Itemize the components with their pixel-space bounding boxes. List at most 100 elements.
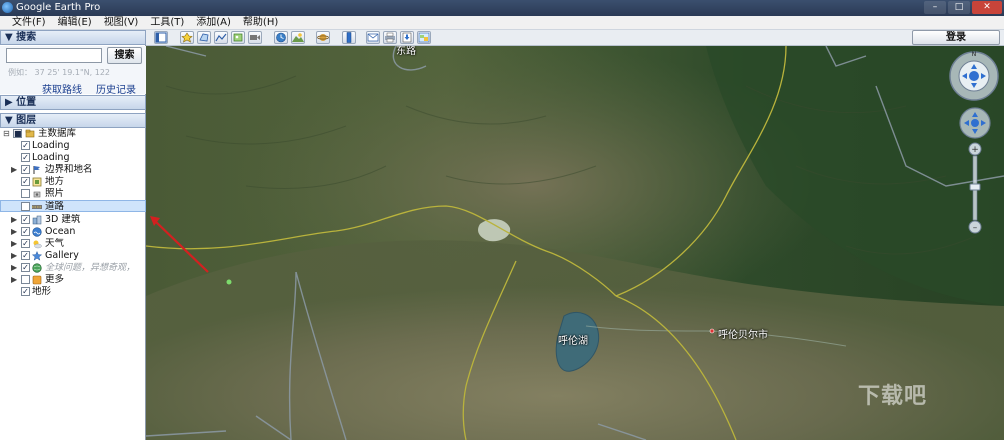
ruler-icon[interactable]	[342, 31, 356, 44]
layer-primary-database[interactable]: ⊟ ■ 主数据库	[0, 128, 146, 140]
layer-places[interactable]: ✓ 地方	[0, 176, 146, 188]
sidebar-toggle-icon[interactable]	[154, 31, 168, 44]
login-button[interactable]: 登录	[912, 30, 1000, 45]
expand-icon[interactable]: ▶	[11, 262, 17, 274]
collapse-icon[interactable]: ⊟	[3, 128, 10, 140]
map-label-place[interactable]: 东路	[396, 46, 416, 57]
planets-icon[interactable]	[316, 31, 330, 44]
weather-icon	[33, 240, 42, 249]
expand-icon[interactable]: ▶	[11, 164, 17, 176]
placemark-icon[interactable]	[180, 31, 194, 44]
layer-checkbox[interactable]	[21, 189, 30, 198]
layer-label: Loading	[32, 140, 70, 151]
layer-global-awareness[interactable]: ▶ ✓ 全球问题，异想奇观，	[0, 262, 146, 274]
history-link[interactable]: 历史记录	[96, 81, 136, 96]
maps-icon[interactable]	[417, 31, 431, 44]
email-icon[interactable]	[366, 31, 380, 44]
borders-icon	[33, 166, 40, 174]
layer-photos[interactable]: 照片	[0, 188, 146, 200]
search-hint: 例如： 37 25' 19.1"N, 122	[8, 68, 111, 77]
layer-weather[interactable]: ▶ ✓ 天气	[0, 238, 146, 250]
get-directions-link[interactable]: 获取路线	[42, 81, 82, 96]
layer-ocean[interactable]: ▶ ✓ Ocean	[0, 226, 146, 238]
layer-label: 边界和地名	[45, 164, 93, 175]
layer-checkbox[interactable]: ✓	[21, 153, 30, 162]
menu-view[interactable]: 视图(V)	[98, 16, 145, 29]
layer-gallery[interactable]: ▶ ✓ Gallery	[0, 250, 146, 262]
layer-label: 更多	[45, 274, 65, 285]
layer-checkbox[interactable]: ✓	[21, 251, 30, 260]
expand-icon[interactable]: ▶	[11, 214, 17, 226]
svg-text:+: +	[971, 145, 979, 155]
save-image-icon[interactable]	[400, 31, 414, 44]
layer-checkbox[interactable]: ✓	[21, 263, 30, 272]
expand-icon[interactable]: ▶	[11, 250, 17, 262]
layer-checkbox[interactable]: ✓	[21, 141, 30, 150]
google-earth-logo-icon	[2, 2, 13, 13]
close-button[interactable]: ✕	[972, 1, 1002, 14]
city-marker-icon[interactable]	[709, 328, 715, 334]
layer-label: 主数据库	[38, 128, 77, 139]
layer-label: 地方	[45, 176, 65, 187]
expand-icon[interactable]: ▶	[11, 238, 17, 250]
menu-edit[interactable]: 编辑(E)	[52, 16, 98, 29]
layer-loading-1[interactable]: ✓ Loading	[0, 140, 146, 152]
polygon-icon[interactable]	[197, 31, 211, 44]
toolbar: 登录	[146, 30, 1004, 46]
placemark-marker-icon[interactable]	[226, 279, 232, 285]
expand-icon[interactable]: ▶	[11, 274, 17, 286]
map-label-hulunbuir-city[interactable]: 呼伦贝尔市	[718, 326, 768, 341]
layer-checkbox[interactable]: ✓	[21, 227, 30, 236]
global-icon	[32, 263, 42, 273]
title-bar: Google Earth Pro – □ ✕	[0, 0, 1004, 16]
search-panel-header[interactable]: ▼ 搜索	[0, 30, 146, 45]
menu-add[interactable]: 添加(A)	[190, 16, 237, 29]
search-input[interactable]	[6, 48, 102, 63]
database-icon	[25, 129, 35, 138]
layer-3d-buildings[interactable]: ▶ ✓ 3D 建筑	[0, 214, 146, 226]
layer-label: Ocean	[45, 226, 76, 237]
layers-panel-header[interactable]: ▼ 图层	[0, 113, 146, 128]
layer-checkbox[interactable]: ■	[13, 129, 22, 138]
move-joystick[interactable]	[958, 106, 992, 140]
menu-tools[interactable]: 工具(T)	[144, 16, 190, 29]
places-icon	[32, 177, 42, 187]
layer-label: 天气	[45, 238, 65, 249]
layer-checkbox[interactable]: ✓	[21, 239, 30, 248]
layer-borders-labels[interactable]: ▶ ✓ 边界和地名	[0, 164, 146, 176]
layer-checkbox[interactable]: ✓	[21, 165, 30, 174]
layer-loading-2[interactable]: ✓ Loading	[0, 152, 146, 164]
layer-label: 道路	[45, 201, 65, 212]
sunlight-icon[interactable]	[291, 31, 305, 44]
maximize-button[interactable]: □	[948, 1, 970, 14]
layer-roads[interactable]: 道路	[0, 200, 146, 212]
look-joystick[interactable]: N	[948, 50, 1000, 102]
path-icon[interactable]	[214, 31, 228, 44]
layer-more[interactable]: ▶ 更多	[0, 274, 146, 286]
map-label-hulun-lake[interactable]: 呼伦湖	[558, 332, 588, 347]
watermark: 下载吧	[858, 384, 928, 409]
menu-bar: 文件(F) 编辑(E) 视图(V) 工具(T) 添加(A) 帮助(H)	[0, 16, 1004, 30]
places-panel-header[interactable]: ▶ 位置	[0, 95, 146, 110]
menu-help[interactable]: 帮助(H)	[237, 16, 284, 29]
layer-checkbox[interactable]: ✓	[21, 215, 30, 224]
layer-label: 照片	[45, 188, 65, 199]
layer-checkbox[interactable]: ✓	[21, 287, 30, 296]
layer-label: 3D 建筑	[45, 214, 81, 225]
ocean-icon	[32, 227, 42, 237]
layer-checkbox[interactable]: ✓	[21, 177, 30, 186]
record-tour-icon[interactable]	[248, 31, 262, 44]
expand-icon[interactable]: ▶	[11, 226, 17, 238]
layer-checkbox[interactable]	[21, 275, 30, 284]
roads-icon	[32, 205, 42, 209]
search-button[interactable]: 搜索	[107, 47, 142, 64]
print-icon[interactable]	[383, 31, 397, 44]
layer-checkbox[interactable]	[21, 202, 30, 211]
menu-file[interactable]: 文件(F)	[6, 16, 52, 29]
minimize-button[interactable]: –	[924, 1, 946, 14]
layer-terrain[interactable]: ✓ 地形	[0, 286, 146, 298]
svg-text:N: N	[972, 51, 977, 58]
historical-imagery-icon[interactable]	[274, 31, 288, 44]
zoom-slider[interactable]: + –	[967, 142, 983, 234]
image-overlay-icon[interactable]	[231, 31, 245, 44]
